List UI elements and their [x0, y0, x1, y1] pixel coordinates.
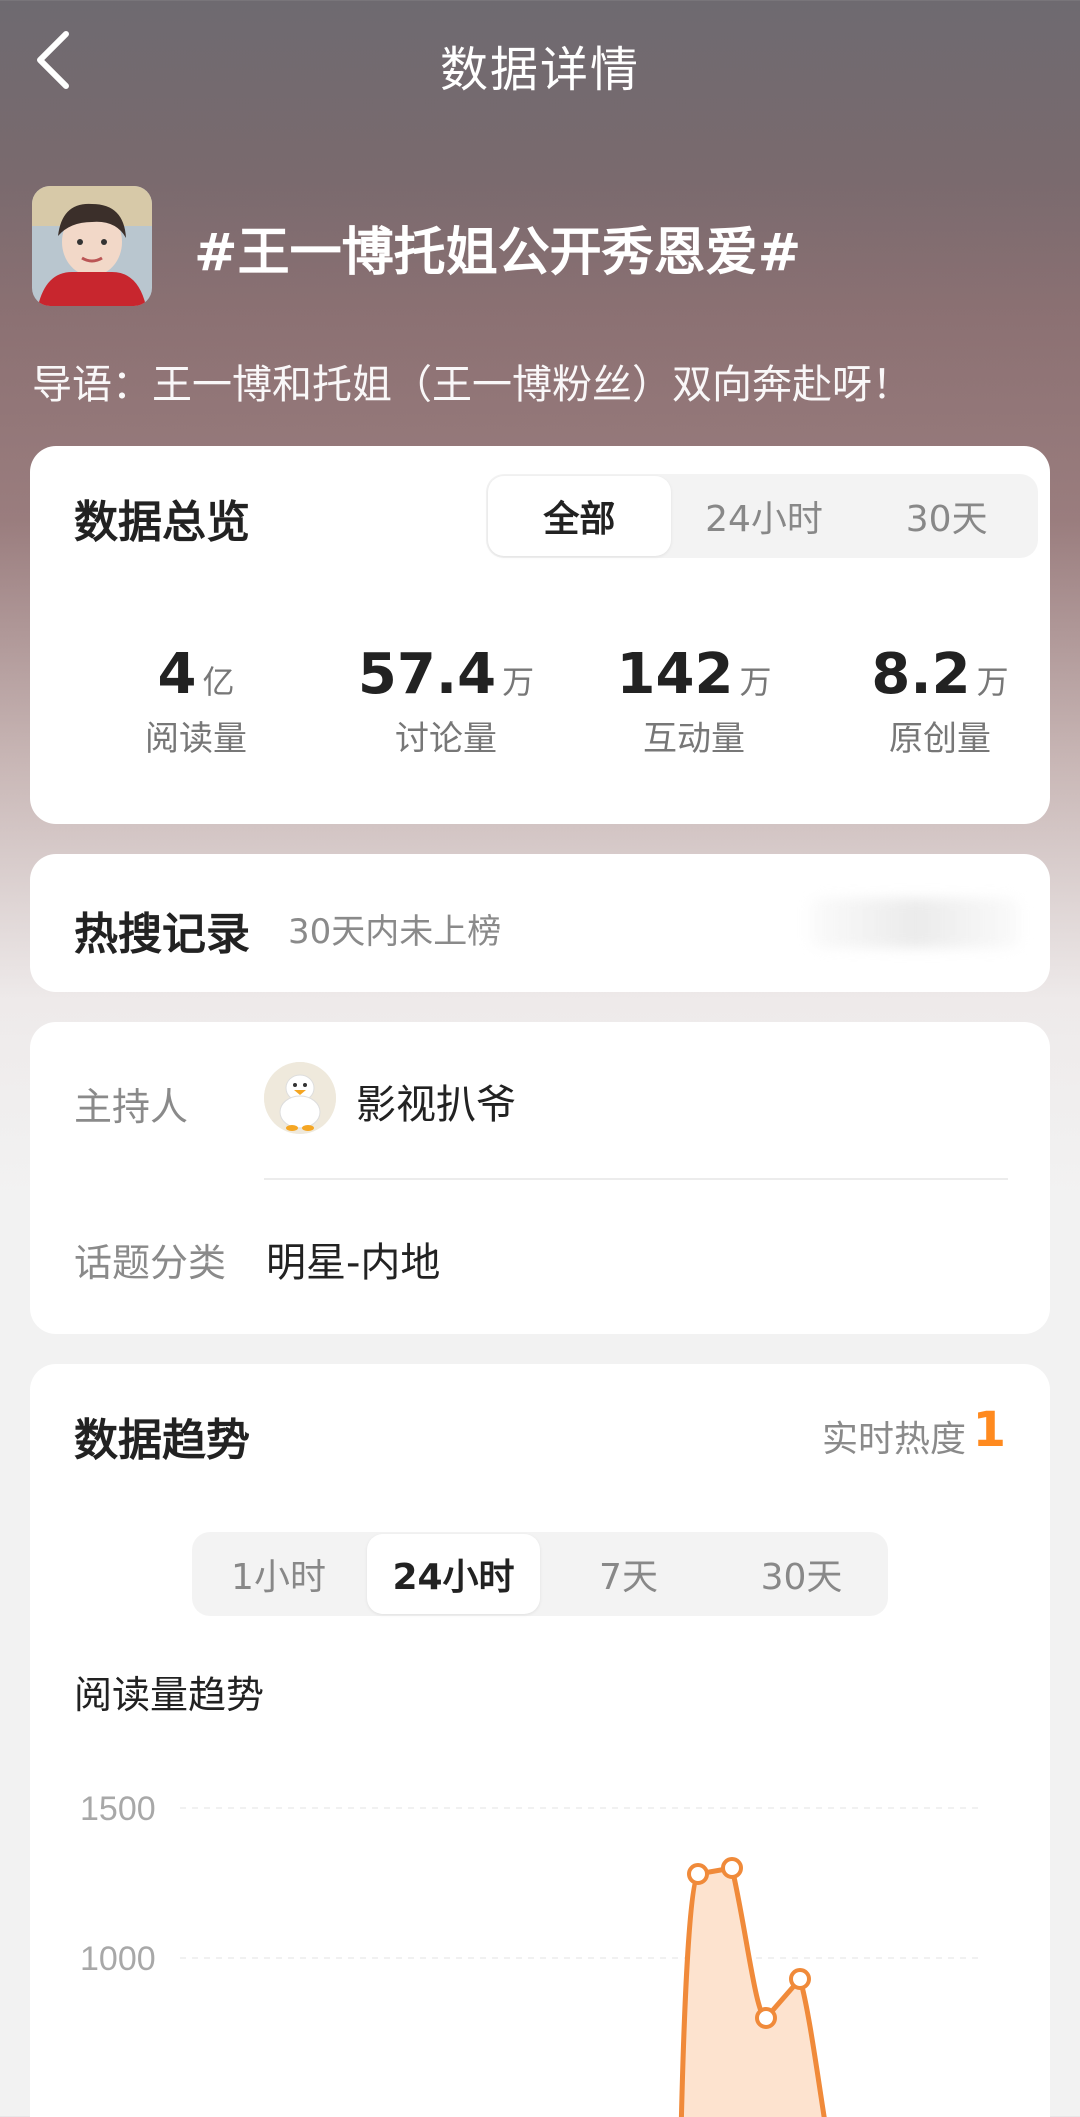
hot-search-status: 30天内未上榜 — [288, 912, 502, 952]
stat-read-label: 阅读量 — [145, 719, 247, 759]
stat-interact-label: 互动量 — [643, 719, 745, 759]
y-tick-label: 1000 — [80, 1940, 156, 1978]
overview-range-tabs: 全部 24小时 30天 — [486, 474, 1038, 558]
tab-24h-trend[interactable]: 24小时 — [367, 1534, 540, 1614]
stat-read[interactable]: 4亿 阅读量 — [76, 642, 316, 760]
data-point[interactable] — [687, 1863, 709, 1885]
stat-original-unit: 万 — [976, 663, 1009, 701]
page-title: 数据详情 — [439, 42, 640, 98]
stat-discuss[interactable]: 57.4 万 讨论量 — [326, 642, 566, 760]
stat-interact-value: 142 — [616, 642, 734, 707]
stat-interact[interactable]: 142 万 互动量 — [574, 642, 814, 760]
topic-intro: 导语：王一博和托姐（王一博粉丝）双向奔赴呀！ — [32, 362, 912, 408]
stat-original-label: 原创量 — [889, 719, 991, 759]
hot-search-card[interactable]: 热搜记录 30天内未上榜 — [30, 854, 1050, 992]
stat-read-unit: 亿 — [202, 663, 235, 701]
tab-7d[interactable]: 7天 — [542, 1532, 715, 1616]
stat-read-value: 4 — [157, 642, 197, 707]
host-label: 主持人 — [74, 1085, 189, 1129]
stat-discuss-label: 讨论量 — [395, 719, 497, 759]
stat-discuss-unit: 万 — [502, 663, 535, 701]
topic-avatar[interactable] — [32, 186, 152, 306]
tab-30d[interactable]: 30天 — [855, 474, 1038, 558]
tab-all[interactable]: 全部 — [488, 476, 671, 556]
y-tick-label: 1500 — [80, 1790, 156, 1828]
host-avatar[interactable] — [264, 1062, 336, 1134]
data-point[interactable] — [789, 1968, 811, 1990]
topic-header: #王一博托姐公开秀恩爱# — [32, 186, 1052, 310]
overview-stats: 4亿 阅读量 57.4 万 讨论量 142 万 互动量 8.2 万 原创量 — [30, 642, 1050, 762]
category-label: 话题分类 — [74, 1241, 227, 1285]
overview-card: 数据总览 全部 24小时 30天 4亿 阅读量 57.4 万 讨论量 142 万 互… — [30, 446, 1050, 824]
heat-label: 实时热度 — [821, 1419, 966, 1460]
hot-search-sparkline — [810, 898, 1020, 948]
trend-card: 数据趋势 实时热度 1 1小时 24小时 7天 30天 阅读量趋势 1500 10… — [30, 1364, 1050, 2117]
top-bar: 数据详情 — [0, 0, 1080, 120]
tab-1h[interactable]: 1小时 — [192, 1532, 365, 1616]
tab-30d-trend[interactable]: 30天 — [715, 1532, 888, 1616]
stat-interact-unit: 万 — [739, 663, 772, 701]
hot-search-title: 热搜记录 — [74, 909, 250, 960]
overview-title: 数据总览 — [74, 497, 250, 548]
chart-title: 阅读量趋势 — [74, 1673, 265, 1717]
trend-range-tabs: 1小时 24小时 7天 30天 — [192, 1532, 888, 1616]
data-point[interactable] — [755, 2007, 777, 2029]
trend-title: 数据趋势 — [74, 1415, 250, 1466]
stat-discuss-value: 57.4 — [357, 642, 497, 707]
data-point[interactable] — [721, 1857, 743, 1879]
heat-value: 1 — [972, 1402, 1006, 1458]
topic-title: #王一博托姐公开秀恩爱# — [194, 223, 802, 283]
read-trend-chart: 1500 1000 — [80, 1790, 980, 2117]
host-name[interactable]: 影视扒爷 — [356, 1072, 516, 1130]
stat-original[interactable]: 8.2 万 原创量 — [820, 642, 1060, 760]
info-divider — [264, 1178, 1008, 1180]
stat-original-value: 8.2 — [871, 642, 971, 707]
category-value: 明星-内地 — [266, 1240, 441, 1286]
topic-info-card: 主持人 影视扒爷 话题分类 明星-内地 — [30, 1022, 1050, 1334]
tab-24h[interactable]: 24小时 — [673, 474, 856, 558]
